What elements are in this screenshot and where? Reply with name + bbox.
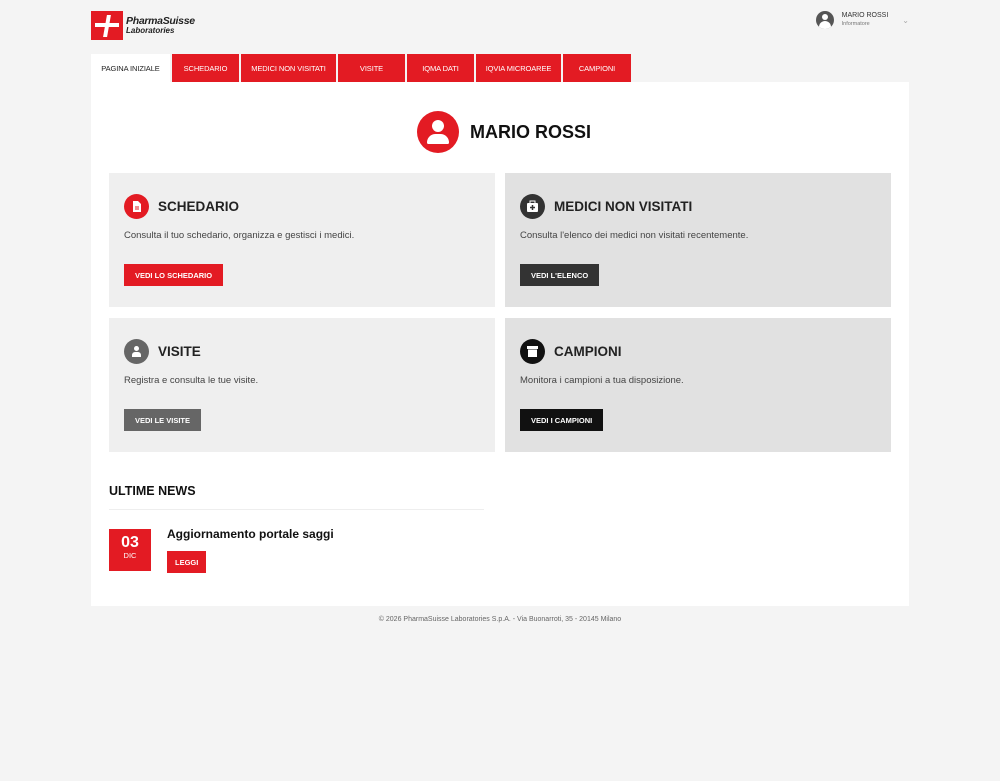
card-title: VISITE xyxy=(158,344,201,359)
logo-sub: Laboratories xyxy=(126,25,175,35)
leggi-button[interactable]: LEGGI xyxy=(167,551,207,573)
hero-user-name: MARIO ROSSI xyxy=(470,121,592,142)
main-nav-tabs: PAGINA INIZIALE SCHEDARIO MEDICI NON VIS… xyxy=(91,54,633,82)
main-content: MARIO ROSSI SCHEDARIO Consulta il tuo sc… xyxy=(91,82,909,606)
card-description: Monitora i campioni a tua disposizione. xyxy=(520,375,684,386)
tab-iqma-dati[interactable]: IQMA DATI xyxy=(407,54,474,82)
card-description: Consulta il tuo schedario, organizza e g… xyxy=(124,230,355,241)
news-section-title: ULTIME NEWS xyxy=(109,484,196,498)
news-headline[interactable]: Aggiornamento portale saggi xyxy=(167,527,334,541)
document-icon xyxy=(124,194,149,219)
vedi-i-campioni-button[interactable]: VEDI I CAMPIONI xyxy=(520,409,604,431)
card-visite: VISITE Registra e consulta le tue visite… xyxy=(109,318,495,452)
user-role: Informatore xyxy=(841,21,870,27)
card-title: SCHEDARIO xyxy=(158,199,240,214)
user-circle-icon xyxy=(815,11,834,29)
card-title: CAMPIONI xyxy=(554,344,622,359)
user-avatar-icon xyxy=(417,111,459,153)
vedi-le-visite-button[interactable]: VEDI LE VISITE xyxy=(124,409,202,431)
card-title: MEDICI NON VISITATI xyxy=(554,199,693,214)
footer-text: © 2026 PharmaSuisse Laboratories S.p.A. … xyxy=(378,616,622,623)
chevron-down-icon[interactable]: ⌄ xyxy=(902,16,909,25)
logo-name: PharmaSuisse xyxy=(126,14,195,27)
card-campioni: CAMPIONI Monitora i campioni a tua dispo… xyxy=(505,318,891,452)
vedi-lo-schedario-button[interactable]: VEDI LO SCHEDARIO xyxy=(124,264,224,286)
user-info: MARIO ROSSI Informatore xyxy=(842,12,889,28)
user-menu[interactable]: MARIO ROSSI Informatore ⌄ xyxy=(815,11,909,29)
tab-campioni[interactable]: CAMPIONI xyxy=(563,54,631,82)
tab-pagina-iniziale[interactable]: PAGINA INIZIALE xyxy=(91,54,170,82)
user-hero: MARIO ROSSI xyxy=(417,111,591,153)
tab-iqvia-microaree[interactable]: IQVIA MICROAREE xyxy=(476,54,561,82)
medical-bag-icon xyxy=(520,194,545,219)
card-description: Consulta l'elenco dei medici non visitat… xyxy=(520,230,749,241)
user-name: MARIO ROSSI xyxy=(841,12,889,19)
news-date-badge: 03 DIC xyxy=(109,529,151,571)
tab-medici-non-visitati[interactable]: MEDICI NON VISITATI xyxy=(241,54,336,82)
person-visit-icon xyxy=(124,339,149,364)
card-medici-non-visitati: MEDICI NON VISITATI Consulta l'elenco de… xyxy=(505,173,891,307)
news-month: DIC xyxy=(123,551,137,560)
card-schedario: SCHEDARIO Consulta il tuo schedario, org… xyxy=(109,173,495,307)
tab-schedario[interactable]: SCHEDARIO xyxy=(172,54,239,82)
tab-visite[interactable]: VISITE xyxy=(338,54,405,82)
box-icon xyxy=(520,339,545,364)
logo-text: PharmaSuisse Laboratories xyxy=(126,14,195,35)
vedi-elenco-button[interactable]: VEDI L'ELENCO xyxy=(520,264,600,286)
news-divider xyxy=(109,509,484,510)
news-day: 03 xyxy=(121,534,139,551)
brand-logo[interactable]: PharmaSuisse Laboratories xyxy=(91,11,195,40)
card-description: Registra e consulta le tue visite. xyxy=(124,375,259,386)
pharmasuisse-logo-icon xyxy=(91,11,123,40)
header: PharmaSuisse Laboratories MARIO ROSSI In… xyxy=(91,11,909,43)
